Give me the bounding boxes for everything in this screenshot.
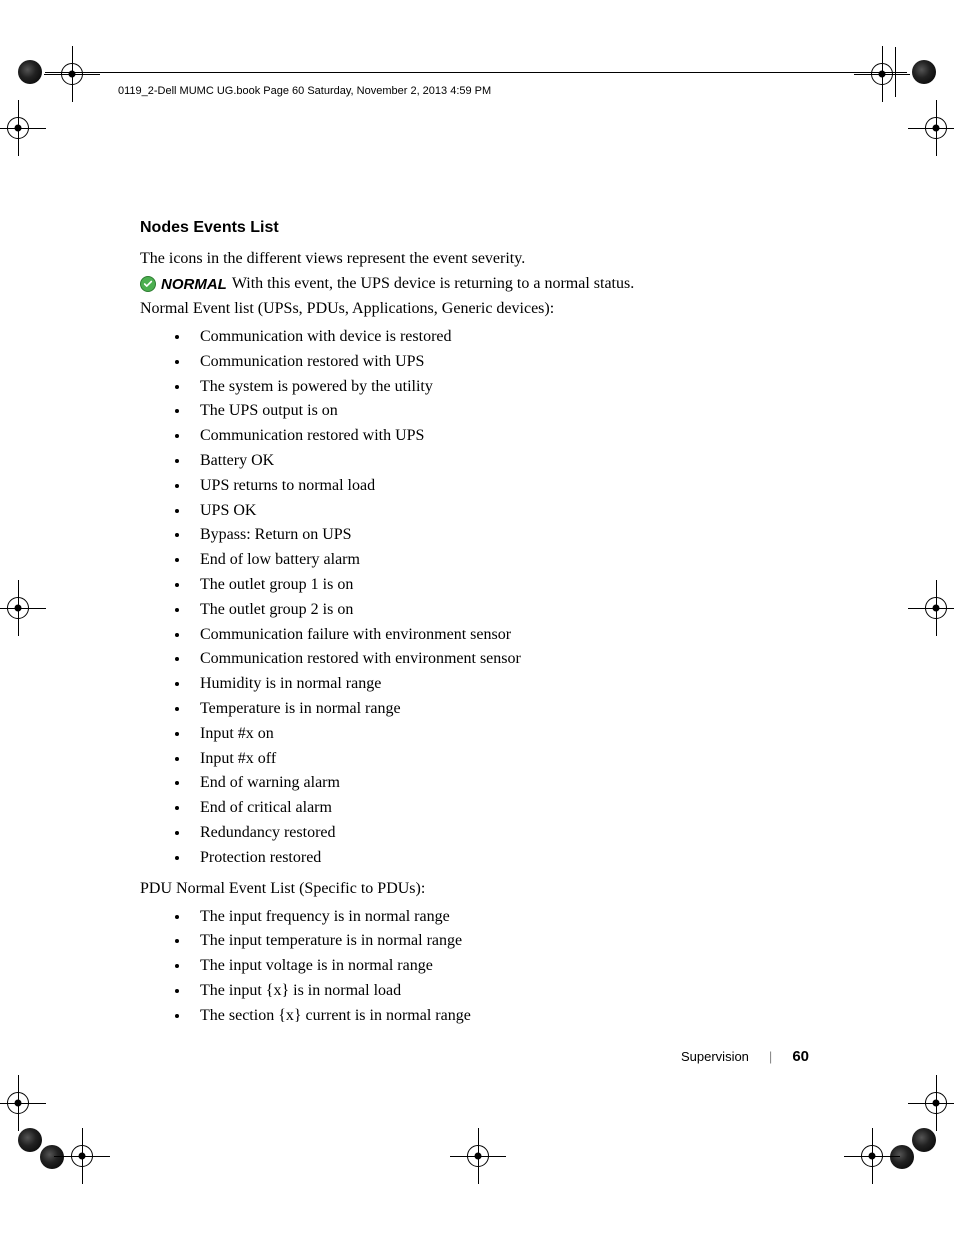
list-item: The section {x} current is in normal ran… bbox=[190, 1004, 820, 1029]
registration-mark-icon bbox=[908, 580, 954, 636]
list-item: Input #x on bbox=[190, 722, 820, 747]
page-footer: Supervision | 60 bbox=[681, 1048, 809, 1065]
list-item: End of critical alarm bbox=[190, 796, 820, 821]
list-item: Bypass: Return on UPS bbox=[190, 523, 820, 548]
list-item: Humidity is in normal range bbox=[190, 672, 820, 697]
registration-mark-icon bbox=[450, 1128, 506, 1184]
list-item: The system is powered by the utility bbox=[190, 375, 820, 400]
list-item: Temperature is in normal range bbox=[190, 697, 820, 722]
list-item: The outlet group 1 is on bbox=[190, 573, 820, 598]
crop-mark-icon bbox=[18, 1128, 42, 1152]
pdu-list-heading: PDU Normal Event List (Specific to PDUs)… bbox=[140, 877, 820, 901]
crop-rule bbox=[45, 72, 907, 73]
intro-text: The icons in the different views represe… bbox=[140, 247, 820, 271]
book-header: 0119_2-Dell MUMC UG.book Page 60 Saturda… bbox=[118, 85, 491, 97]
pdu-events-list: The input frequency is in normal range T… bbox=[190, 905, 820, 1029]
normal-label: NORMAL bbox=[161, 276, 227, 293]
list-item: Battery OK bbox=[190, 449, 820, 474]
normal-list-heading: Normal Event list (UPSs, PDUs, Applicati… bbox=[140, 297, 820, 321]
crop-mark-icon bbox=[890, 1145, 914, 1169]
list-item: Communication restored with environment … bbox=[190, 647, 820, 672]
registration-mark-icon bbox=[908, 1075, 954, 1131]
crop-mark-icon bbox=[912, 60, 936, 84]
crop-mark-icon bbox=[912, 1128, 936, 1152]
registration-mark-icon bbox=[908, 100, 954, 156]
list-item: End of low battery alarm bbox=[190, 548, 820, 573]
list-item: UPS returns to normal load bbox=[190, 474, 820, 499]
list-item: The input {x} is in normal load bbox=[190, 979, 820, 1004]
registration-mark-icon bbox=[854, 46, 910, 102]
crop-mark-icon bbox=[18, 60, 42, 84]
normal-events-list: Communication with device is restored Co… bbox=[190, 325, 820, 871]
list-item: The outlet group 2 is on bbox=[190, 598, 820, 623]
list-item: The input temperature is in normal range bbox=[190, 929, 820, 954]
footer-section: Supervision bbox=[681, 1049, 749, 1064]
crop-rule bbox=[895, 47, 896, 97]
list-item: Communication with device is restored bbox=[190, 325, 820, 350]
list-item: Communication restored with UPS bbox=[190, 424, 820, 449]
normal-status-line: NORMAL With this event, the UPS device i… bbox=[140, 275, 820, 293]
list-item: UPS OK bbox=[190, 499, 820, 524]
footer-separator: | bbox=[769, 1049, 772, 1064]
registration-mark-icon bbox=[0, 580, 46, 636]
list-item: Protection restored bbox=[190, 846, 820, 871]
list-item: Communication failure with environment s… bbox=[190, 623, 820, 648]
registration-mark-icon bbox=[0, 100, 46, 156]
section-title: Nodes Events List bbox=[140, 219, 820, 237]
page-content: Nodes Events List The icons in the diffe… bbox=[140, 219, 820, 1035]
registration-mark-icon bbox=[44, 46, 100, 102]
list-item: The input frequency is in normal range bbox=[190, 905, 820, 930]
normal-description: With this event, the UPS device is retur… bbox=[232, 275, 634, 293]
list-item: The input voltage is in normal range bbox=[190, 954, 820, 979]
list-item: Communication restored with UPS bbox=[190, 350, 820, 375]
page-number: 60 bbox=[792, 1048, 809, 1065]
list-item: The UPS output is on bbox=[190, 399, 820, 424]
list-item: End of warning alarm bbox=[190, 771, 820, 796]
crop-mark-icon bbox=[40, 1145, 64, 1169]
list-item: Redundancy restored bbox=[190, 821, 820, 846]
registration-mark-icon bbox=[0, 1075, 46, 1131]
normal-status-icon bbox=[140, 276, 156, 292]
list-item: Input #x off bbox=[190, 747, 820, 772]
